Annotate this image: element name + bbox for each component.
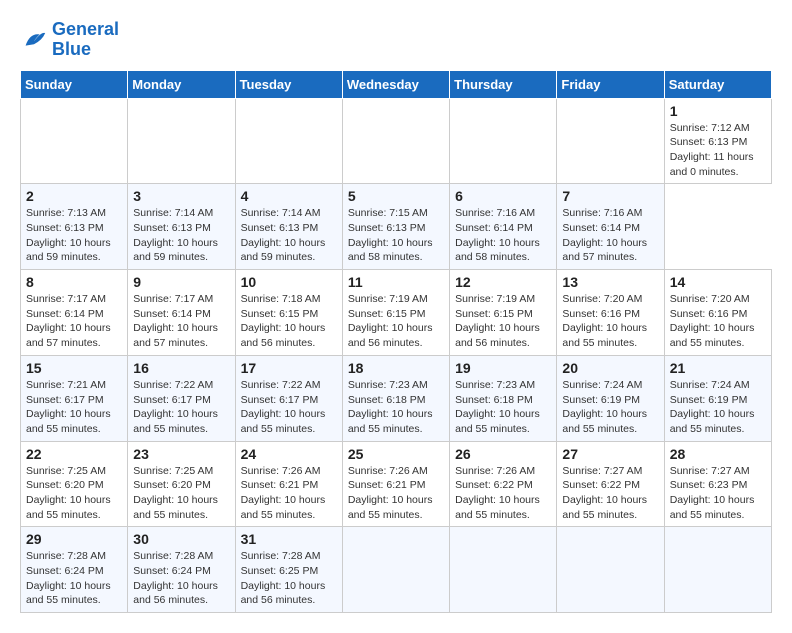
logo-text: General Blue [52, 20, 119, 60]
column-header-tuesday: Tuesday [235, 70, 342, 98]
calendar-day-7: 7Sunrise: 7:16 AMSunset: 6:14 PMDaylight… [557, 184, 664, 270]
column-header-thursday: Thursday [450, 70, 557, 98]
calendar-day-16: 16Sunrise: 7:22 AMSunset: 6:17 PMDayligh… [128, 355, 235, 441]
calendar-day-10: 10Sunrise: 7:18 AMSunset: 6:15 PMDayligh… [235, 270, 342, 356]
calendar-day-23: 23Sunrise: 7:25 AMSunset: 6:20 PMDayligh… [128, 441, 235, 527]
empty-cell [557, 527, 664, 613]
calendar-table: SundayMondayTuesdayWednesdayThursdayFrid… [20, 70, 772, 614]
empty-cell [342, 527, 449, 613]
logo: General Blue [20, 20, 119, 60]
empty-cell [342, 98, 449, 184]
calendar-week-2: 2Sunrise: 7:13 AMSunset: 6:13 PMDaylight… [21, 184, 772, 270]
calendar-week-3: 8Sunrise: 7:17 AMSunset: 6:14 PMDaylight… [21, 270, 772, 356]
calendar-day-1: 1Sunrise: 7:12 AMSunset: 6:13 PMDaylight… [664, 98, 771, 184]
column-header-sunday: Sunday [21, 70, 128, 98]
empty-cell [450, 98, 557, 184]
page-header: General Blue [20, 20, 772, 60]
calendar-week-5: 22Sunrise: 7:25 AMSunset: 6:20 PMDayligh… [21, 441, 772, 527]
calendar-day-3: 3Sunrise: 7:14 AMSunset: 6:13 PMDaylight… [128, 184, 235, 270]
calendar-day-26: 26Sunrise: 7:26 AMSunset: 6:22 PMDayligh… [450, 441, 557, 527]
empty-cell [664, 527, 771, 613]
calendar-day-18: 18Sunrise: 7:23 AMSunset: 6:18 PMDayligh… [342, 355, 449, 441]
empty-cell [128, 98, 235, 184]
column-header-friday: Friday [557, 70, 664, 98]
calendar-day-20: 20Sunrise: 7:24 AMSunset: 6:19 PMDayligh… [557, 355, 664, 441]
calendar-week-4: 15Sunrise: 7:21 AMSunset: 6:17 PMDayligh… [21, 355, 772, 441]
calendar-day-14: 14Sunrise: 7:20 AMSunset: 6:16 PMDayligh… [664, 270, 771, 356]
calendar-day-15: 15Sunrise: 7:21 AMSunset: 6:17 PMDayligh… [21, 355, 128, 441]
calendar-day-17: 17Sunrise: 7:22 AMSunset: 6:17 PMDayligh… [235, 355, 342, 441]
calendar-week-1: 1Sunrise: 7:12 AMSunset: 6:13 PMDaylight… [21, 98, 772, 184]
calendar-day-27: 27Sunrise: 7:27 AMSunset: 6:22 PMDayligh… [557, 441, 664, 527]
empty-cell [450, 527, 557, 613]
header-row: SundayMondayTuesdayWednesdayThursdayFrid… [21, 70, 772, 98]
calendar-day-12: 12Sunrise: 7:19 AMSunset: 6:15 PMDayligh… [450, 270, 557, 356]
column-header-monday: Monday [128, 70, 235, 98]
calendar-day-21: 21Sunrise: 7:24 AMSunset: 6:19 PMDayligh… [664, 355, 771, 441]
calendar-day-28: 28Sunrise: 7:27 AMSunset: 6:23 PMDayligh… [664, 441, 771, 527]
calendar-day-8: 8Sunrise: 7:17 AMSunset: 6:14 PMDaylight… [21, 270, 128, 356]
calendar-week-6: 29Sunrise: 7:28 AMSunset: 6:24 PMDayligh… [21, 527, 772, 613]
empty-cell [235, 98, 342, 184]
calendar-day-25: 25Sunrise: 7:26 AMSunset: 6:21 PMDayligh… [342, 441, 449, 527]
calendar-day-24: 24Sunrise: 7:26 AMSunset: 6:21 PMDayligh… [235, 441, 342, 527]
calendar-day-31: 31Sunrise: 7:28 AMSunset: 6:25 PMDayligh… [235, 527, 342, 613]
calendar-day-19: 19Sunrise: 7:23 AMSunset: 6:18 PMDayligh… [450, 355, 557, 441]
column-header-wednesday: Wednesday [342, 70, 449, 98]
calendar-day-22: 22Sunrise: 7:25 AMSunset: 6:20 PMDayligh… [21, 441, 128, 527]
calendar-day-5: 5Sunrise: 7:15 AMSunset: 6:13 PMDaylight… [342, 184, 449, 270]
calendar-day-13: 13Sunrise: 7:20 AMSunset: 6:16 PMDayligh… [557, 270, 664, 356]
calendar-day-9: 9Sunrise: 7:17 AMSunset: 6:14 PMDaylight… [128, 270, 235, 356]
calendar-day-2: 2Sunrise: 7:13 AMSunset: 6:13 PMDaylight… [21, 184, 128, 270]
calendar-day-4: 4Sunrise: 7:14 AMSunset: 6:13 PMDaylight… [235, 184, 342, 270]
column-header-saturday: Saturday [664, 70, 771, 98]
logo-icon [20, 26, 48, 54]
calendar-day-6: 6Sunrise: 7:16 AMSunset: 6:14 PMDaylight… [450, 184, 557, 270]
empty-cell [557, 98, 664, 184]
calendar-day-29: 29Sunrise: 7:28 AMSunset: 6:24 PMDayligh… [21, 527, 128, 613]
calendar-day-11: 11Sunrise: 7:19 AMSunset: 6:15 PMDayligh… [342, 270, 449, 356]
calendar-day-30: 30Sunrise: 7:28 AMSunset: 6:24 PMDayligh… [128, 527, 235, 613]
empty-cell [21, 98, 128, 184]
